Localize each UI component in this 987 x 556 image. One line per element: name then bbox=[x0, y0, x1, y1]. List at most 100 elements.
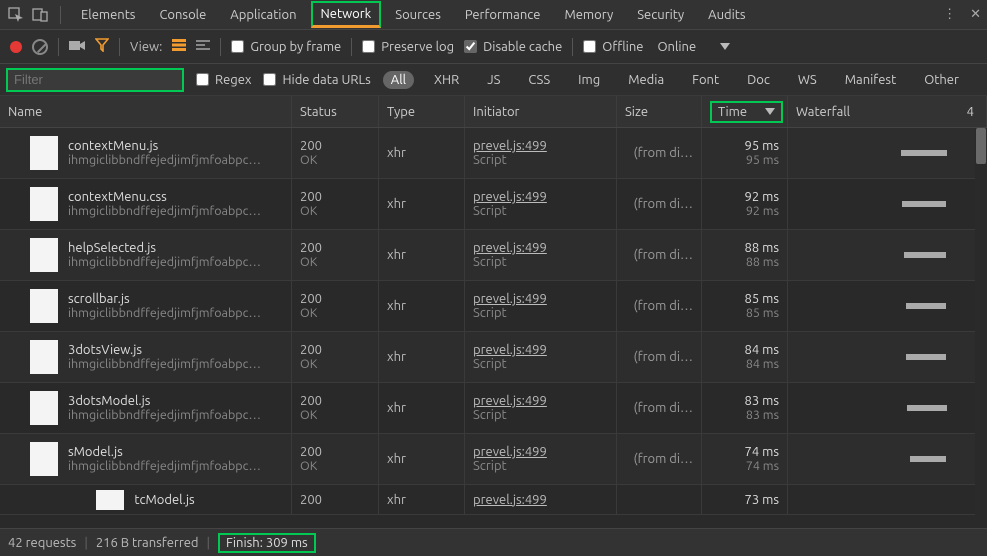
tab-network[interactable]: Network bbox=[311, 1, 382, 28]
initiator-link[interactable]: prevel.js:499 bbox=[473, 190, 608, 204]
waterfall-bar bbox=[902, 201, 946, 207]
filter-type-css[interactable]: CSS bbox=[520, 71, 558, 89]
record-icon[interactable] bbox=[10, 41, 22, 53]
file-icon bbox=[30, 289, 58, 323]
time-total: 74 ms bbox=[744, 445, 779, 459]
sort-desc-icon bbox=[765, 108, 775, 115]
header-size[interactable]: Size bbox=[617, 96, 702, 127]
filter-type-xhr[interactable]: XHR bbox=[426, 71, 467, 89]
table-row[interactable]: scrollbar.jsihmgiclibbndffejedjimfjmfoab… bbox=[0, 281, 987, 332]
status-text: OK bbox=[300, 204, 370, 218]
header-waterfall[interactable]: Waterfall 4 bbox=[788, 96, 987, 127]
tab-sources[interactable]: Sources bbox=[385, 2, 451, 28]
filter-type-other[interactable]: Other bbox=[916, 71, 967, 89]
initiator-link[interactable]: prevel.js:499 bbox=[473, 292, 608, 306]
status-code: 200 bbox=[300, 241, 370, 255]
tab-elements[interactable]: Elements bbox=[71, 2, 145, 28]
inspect-icon[interactable] bbox=[6, 5, 26, 25]
table-row[interactable]: contextMenu.jsihmgiclibbndffejedjimfjmfo… bbox=[0, 128, 987, 179]
filter-type-all[interactable]: All bbox=[383, 71, 414, 89]
filter-type-manifest[interactable]: Manifest bbox=[837, 71, 904, 89]
filter-type-js[interactable]: JS bbox=[479, 71, 508, 89]
status-transferred: 216 B transferred bbox=[96, 536, 199, 550]
header-type[interactable]: Type bbox=[379, 96, 465, 127]
initiator-link[interactable]: prevel.js:499 bbox=[473, 139, 608, 153]
header-name[interactable]: Name bbox=[0, 96, 292, 127]
offline-checkbox[interactable]: Offline bbox=[583, 40, 643, 54]
close-icon[interactable]: ✕ bbox=[970, 7, 981, 22]
status-text: OK bbox=[300, 306, 370, 320]
table-row[interactable]: 3dotsModel.jsihmgiclibbndffejedjimfjmfoa… bbox=[0, 383, 987, 434]
status-text: OK bbox=[300, 459, 370, 473]
table-row[interactable]: tcModel.js200xhrprevel.js:49973 ms bbox=[0, 485, 987, 515]
time-total: 83 ms bbox=[744, 394, 779, 408]
request-type: xhr bbox=[379, 332, 465, 382]
table-row[interactable]: helpSelected.jsihmgiclibbndffejedjimfjmf… bbox=[0, 230, 987, 281]
kebab-menu-icon[interactable]: ⋮ bbox=[943, 7, 956, 22]
initiator-type: Script bbox=[473, 153, 608, 167]
filter-type-font[interactable]: Font bbox=[684, 71, 727, 89]
filter-icon[interactable] bbox=[95, 38, 109, 55]
chevron-down-icon[interactable] bbox=[720, 43, 730, 50]
preserve-log-checkbox[interactable]: Preserve log bbox=[362, 40, 454, 54]
network-filter-bar: Regex Hide data URLs All XHR JS CSS Img … bbox=[0, 64, 987, 96]
file-icon bbox=[30, 391, 58, 425]
status-bar: 42 requests | 216 B transferred | Finish… bbox=[0, 528, 987, 556]
status-code: 200 bbox=[292, 485, 379, 514]
device-toggle-icon[interactable] bbox=[30, 5, 50, 25]
initiator-type: Script bbox=[473, 357, 608, 371]
file-icon bbox=[96, 490, 124, 510]
request-name: sModel.js bbox=[68, 445, 261, 459]
request-type: xhr bbox=[379, 179, 465, 229]
request-size: (from di… bbox=[617, 179, 702, 229]
large-rows-icon[interactable] bbox=[172, 39, 186, 54]
hide-data-urls-checkbox[interactable]: Hide data URLs bbox=[263, 73, 370, 87]
request-size: (from di… bbox=[617, 128, 702, 178]
initiator-link[interactable]: prevel.js:499 bbox=[473, 241, 608, 255]
group-by-frame-checkbox[interactable]: Group by frame bbox=[231, 40, 341, 54]
devtools-tabbar: Elements Console Application Network Sou… bbox=[0, 0, 987, 30]
throttling-select[interactable]: Online bbox=[657, 40, 696, 54]
scrollbar[interactable] bbox=[975, 128, 987, 528]
filter-type-img[interactable]: Img bbox=[570, 71, 608, 89]
clear-icon[interactable] bbox=[32, 39, 48, 55]
tab-security[interactable]: Security bbox=[627, 2, 694, 28]
request-size: (from di… bbox=[617, 383, 702, 433]
initiator-link[interactable]: prevel.js:499 bbox=[473, 343, 608, 357]
regex-checkbox[interactable]: Regex bbox=[196, 73, 251, 87]
filter-type-doc[interactable]: Doc bbox=[739, 71, 778, 89]
waterfall-bar bbox=[906, 354, 946, 360]
initiator-link[interactable]: prevel.js:499 bbox=[473, 445, 608, 459]
request-name: 3dotsModel.js bbox=[68, 394, 261, 408]
initiator-link[interactable]: prevel.js:499 bbox=[473, 493, 608, 507]
scrollbar-thumb[interactable] bbox=[976, 128, 986, 164]
tab-application[interactable]: Application bbox=[220, 2, 306, 28]
table-row[interactable]: 3dotsView.jsihmgiclibbndffejedjimfjmfoab… bbox=[0, 332, 987, 383]
separator bbox=[58, 38, 59, 56]
tab-console[interactable]: Console bbox=[149, 2, 216, 28]
separator bbox=[351, 38, 352, 56]
disable-cache-checkbox[interactable]: Disable cache bbox=[464, 40, 562, 54]
tab-memory[interactable]: Memory bbox=[554, 2, 623, 28]
small-rows-icon[interactable] bbox=[196, 39, 210, 54]
request-size bbox=[617, 485, 702, 514]
table-row[interactable]: contextMenu.cssihmgiclibbndffejedjimfjmf… bbox=[0, 179, 987, 230]
initiator-type: Script bbox=[473, 408, 608, 422]
tab-performance[interactable]: Performance bbox=[455, 2, 551, 28]
header-time[interactable]: Time bbox=[702, 96, 788, 127]
request-type: xhr bbox=[379, 281, 465, 331]
header-status[interactable]: Status bbox=[292, 96, 379, 127]
table-row[interactable]: sModel.jsihmgiclibbndffejedjimfjmfoabpc…… bbox=[0, 434, 987, 485]
network-toolbar: View: Group by frame Preserve log Disabl… bbox=[0, 30, 987, 64]
filter-type-media[interactable]: Media bbox=[620, 71, 672, 89]
header-initiator[interactable]: Initiator bbox=[465, 96, 617, 127]
filter-type-ws[interactable]: WS bbox=[790, 71, 825, 89]
time-latency: 85 ms bbox=[746, 306, 779, 320]
status-code: 200 bbox=[300, 190, 370, 204]
initiator-link[interactable]: prevel.js:499 bbox=[473, 394, 608, 408]
waterfall-bar bbox=[904, 252, 946, 258]
screenshot-icon[interactable] bbox=[69, 39, 85, 54]
filter-input[interactable] bbox=[6, 68, 184, 92]
separator: | bbox=[207, 536, 211, 550]
tab-audits[interactable]: Audits bbox=[698, 2, 755, 28]
